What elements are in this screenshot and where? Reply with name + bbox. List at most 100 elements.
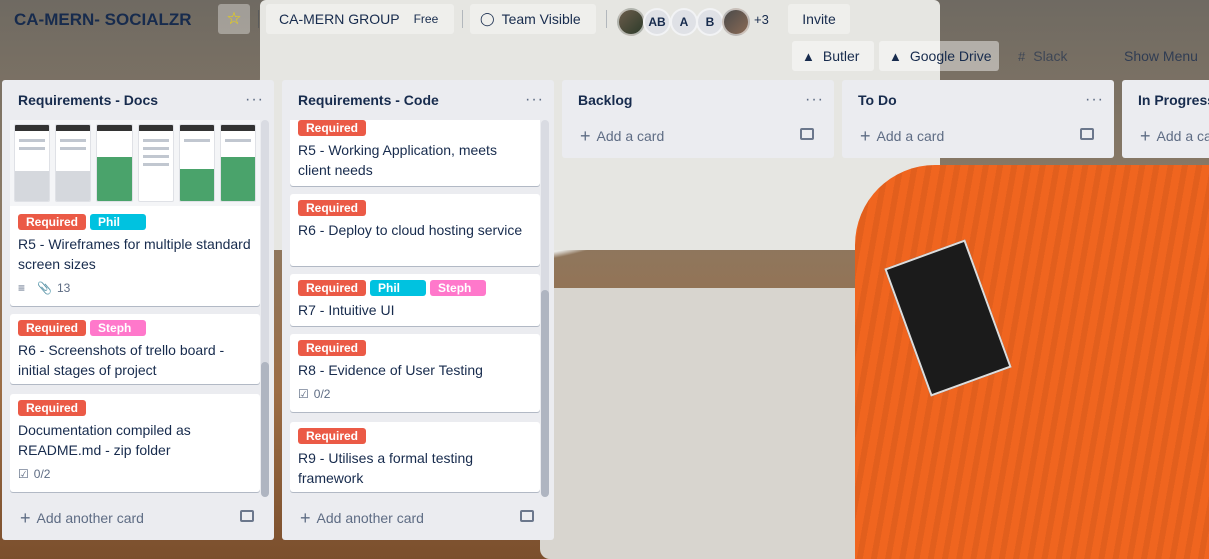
more-members-count[interactable]: +3 (754, 12, 769, 27)
more-icon[interactable]: ··· (1085, 91, 1104, 109)
card[interactable]: Required Phil R5 - Wireframes for multip… (10, 120, 260, 306)
list-header: To Do ··· (842, 80, 1114, 120)
visibility-label: Team Visible (501, 11, 581, 27)
list-header: Backlog ··· (562, 80, 834, 120)
wireframe-thumbnail (219, 124, 257, 202)
more-icon[interactable]: ··· (525, 91, 544, 109)
card-title: R8 - Evidence of User Testing (298, 362, 483, 378)
avatar[interactable]: AB (643, 8, 671, 36)
plus-icon: + (860, 125, 871, 146)
visibility-button[interactable]: ◯ Team Visible (470, 4, 596, 34)
more-icon[interactable]: ··· (245, 91, 264, 109)
list-header: Requirements - Docs ··· (2, 80, 274, 120)
card[interactable]: Required R6 - Deploy to cloud hosting se… (290, 194, 540, 266)
butler-button[interactable]: ▲ Butler (792, 41, 874, 71)
butler-label: Butler (822, 48, 860, 64)
label-required[interactable]: Required (298, 200, 367, 216)
google-drive-icon: ▲ (889, 48, 902, 64)
add-card-button[interactable]: + Add another card (10, 502, 266, 534)
avatar[interactable] (617, 8, 645, 36)
list-title[interactable]: Backlog (578, 92, 632, 108)
card[interactable]: Required Documentation compiled as READM… (10, 394, 260, 492)
card[interactable]: Required Steph R6 - Screenshots of trell… (10, 314, 260, 384)
wireframe-thumbnail (96, 124, 133, 202)
card[interactable]: Required Phil Steph R7 - Intuitive UI (290, 274, 540, 326)
wireframe-thumbnail (55, 124, 92, 202)
header-divider (258, 10, 259, 28)
background-beanie-texture (855, 165, 1209, 559)
label-steph[interactable]: Steph (90, 320, 147, 336)
list-title[interactable]: Requirements - Docs (18, 92, 158, 108)
star-button[interactable]: ☆ (218, 4, 250, 34)
card-template-icon[interactable] (520, 510, 534, 522)
wireframe-thumbnail (137, 124, 174, 202)
label-required[interactable]: Required (298, 428, 367, 444)
add-card-label: Add a card (876, 128, 945, 144)
paperclip-icon: 📎 (37, 281, 52, 295)
list-backlog: Backlog ··· + Add a card (562, 80, 834, 158)
team-button[interactable]: CA-MERN GROUP Free (266, 4, 454, 34)
card-labels: Required (18, 400, 252, 416)
card[interactable]: Required R8 - Evidence of User Testing ☑… (290, 334, 540, 412)
plus-icon: + (580, 125, 591, 146)
checklist-badge: ☑ 0/2 (18, 467, 50, 481)
list-requirements-code: Requirements - Code ··· Required R5 - Wo… (282, 80, 554, 540)
checklist-count: 0/2 (313, 387, 331, 401)
label-required[interactable]: Required (298, 120, 367, 136)
list-header: Requirements - Code ··· (282, 80, 554, 120)
show-menu-button[interactable]: Show Menu (1124, 41, 1209, 71)
card[interactable]: Required R5 - Working Application, meets… (290, 120, 540, 186)
label-required[interactable]: Required (18, 320, 87, 336)
scrollbar-thumb[interactable] (261, 362, 269, 497)
card[interactable]: Required R9 - Utilises a formal testing … (290, 422, 540, 492)
plan-badge: Free (413, 12, 439, 26)
card-badges: ≡ 📎 13 (18, 279, 252, 297)
card-title: R6 - Deploy to cloud hosting service (298, 222, 523, 238)
card-title: R5 - Working Application, meets client n… (298, 142, 497, 178)
plus-icon: + (300, 507, 311, 528)
label-phil[interactable]: Phil (370, 280, 427, 296)
card-labels: Required (298, 200, 532, 216)
add-card-label: Add a card (596, 128, 665, 144)
list-title[interactable]: To Do (858, 92, 897, 108)
wireframe-thumbnail (178, 124, 215, 202)
invite-button[interactable]: Invite (788, 4, 850, 34)
plus-icon: + (1140, 125, 1151, 146)
checklist-badge: ☑ 0/2 (298, 387, 330, 401)
card-labels: Required (298, 428, 532, 444)
label-required[interactable]: Required (18, 400, 87, 416)
label-steph[interactable]: Steph (430, 280, 487, 296)
list-title[interactable]: Requirements - Code (298, 92, 439, 108)
add-card-button[interactable]: + Add another card (290, 502, 546, 534)
description-icon: ≡ (18, 281, 26, 295)
label-required[interactable]: Required (298, 280, 367, 296)
card-template-icon[interactable] (800, 128, 814, 140)
board-header: CA-MERN- SOCIALZR ☆ CA-MERN GROUP Free ◯… (0, 0, 1209, 40)
card-title: R9 - Utilises a formal testing framework (298, 450, 474, 486)
avatar[interactable]: B (696, 8, 724, 36)
label-required[interactable]: Required (18, 214, 87, 230)
list-to-do: To Do ··· + Add a card (842, 80, 1114, 158)
list-title[interactable]: In Progress (1138, 92, 1209, 108)
card-template-icon[interactable] (240, 510, 254, 522)
label-required[interactable]: Required (298, 340, 367, 356)
avatar[interactable] (722, 8, 750, 36)
card-title: Documentation compiled as README.md - zi… (18, 422, 191, 458)
slack-label: Slack (1033, 48, 1068, 64)
more-icon[interactable]: ··· (805, 91, 824, 109)
add-card-button[interactable]: + Add a card (570, 120, 826, 152)
card-template-icon[interactable] (1080, 128, 1094, 140)
add-card-button[interactable]: + Add a card (1130, 120, 1209, 152)
checklist-count: 0/2 (33, 467, 51, 481)
plus-icon: + (20, 507, 31, 528)
attachment-count: 13 (56, 281, 71, 295)
scrollbar-thumb[interactable] (541, 290, 549, 497)
board-title[interactable]: CA-MERN- SOCIALZR (14, 10, 192, 30)
add-card-button[interactable]: + Add a card (850, 120, 1106, 152)
attachment-badge: 📎 13 (37, 281, 70, 295)
google-drive-button[interactable]: ▲ Google Drive (879, 41, 999, 71)
label-phil[interactable]: Phil (90, 214, 147, 230)
avatar[interactable]: A (670, 8, 698, 36)
slack-button[interactable]: # Slack (1018, 41, 1108, 71)
checkbox-icon: ☑ (18, 467, 29, 481)
